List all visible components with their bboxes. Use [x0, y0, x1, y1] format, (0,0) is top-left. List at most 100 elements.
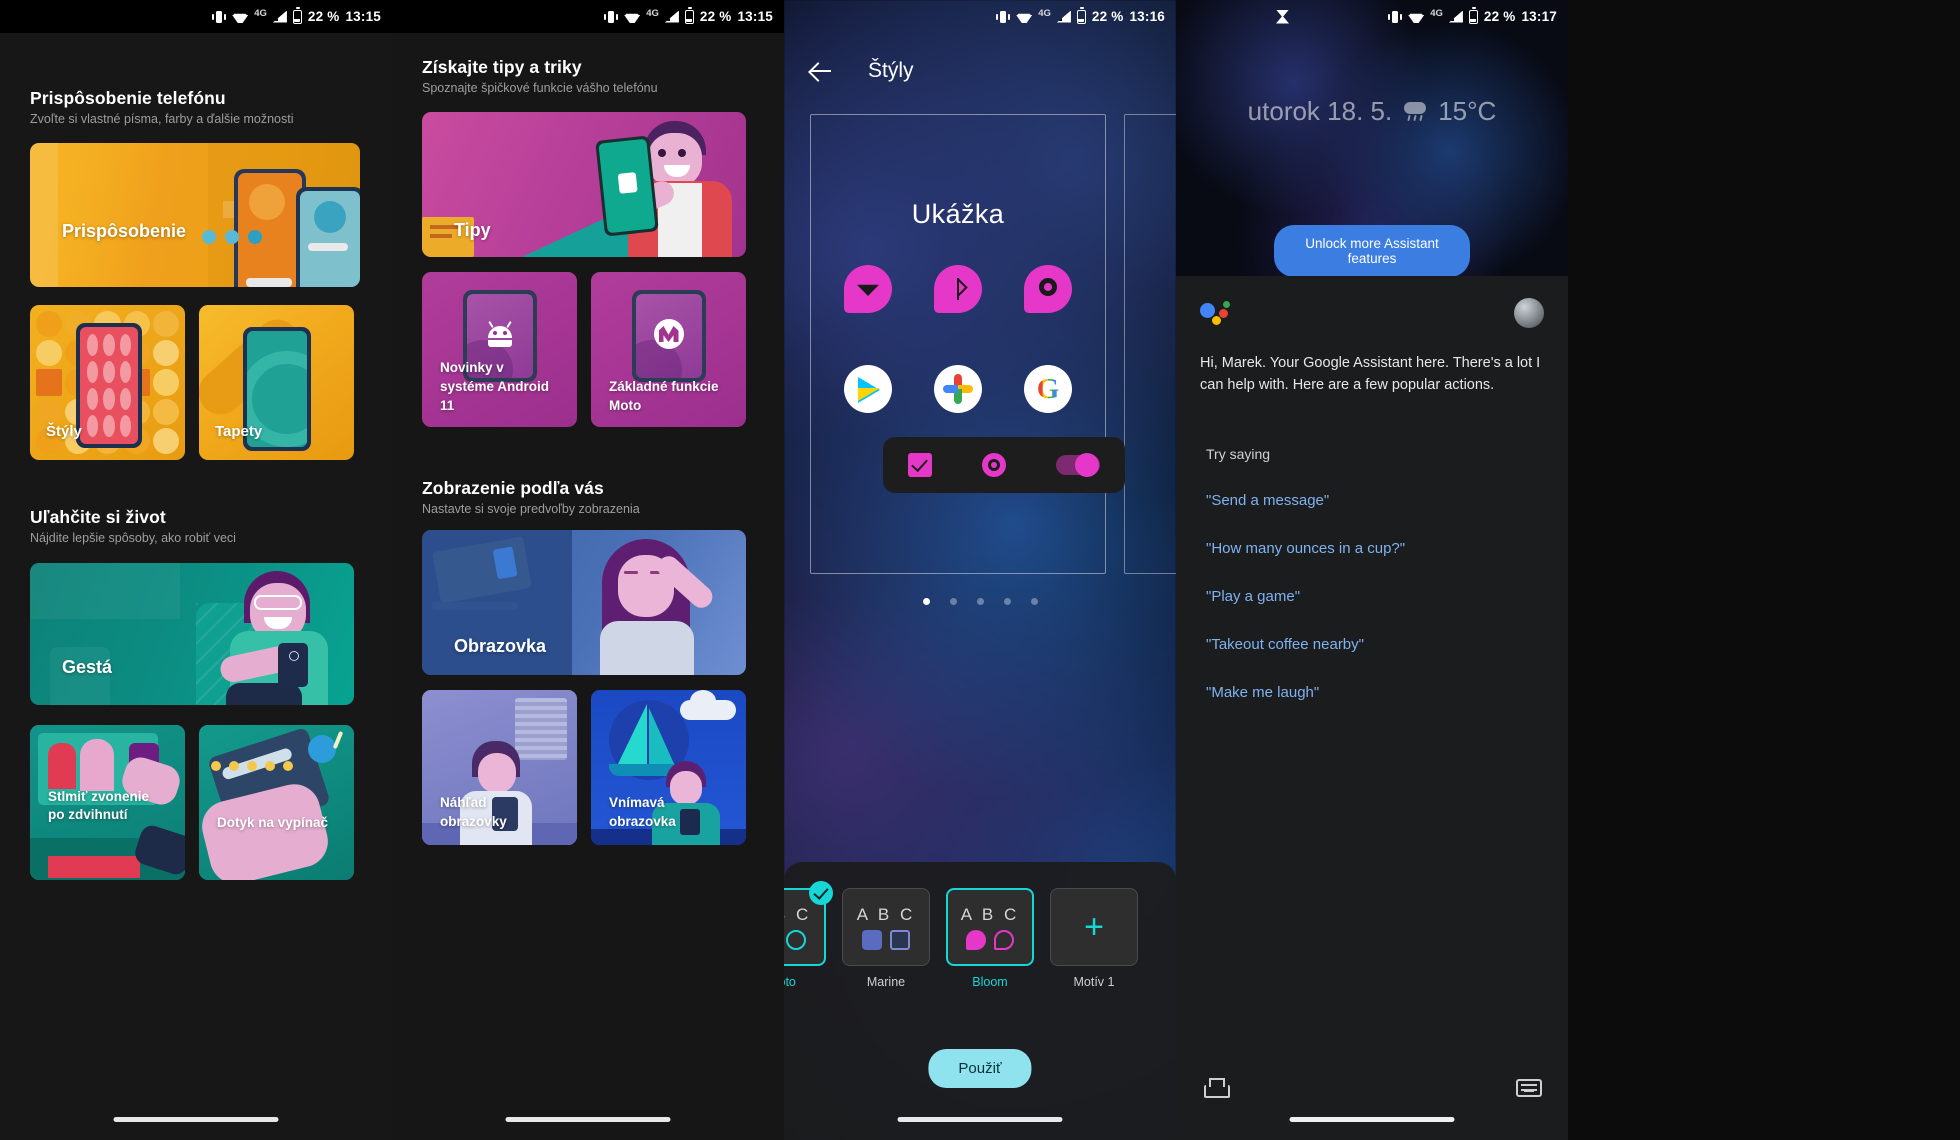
card-label: Stlmiť zvonenie po zdvihnutí — [48, 789, 149, 822]
list-item[interactable]: "Takeout coffee nearby" — [1206, 636, 1544, 653]
clock: 13:15 — [345, 9, 381, 24]
page-indicator — [784, 598, 1176, 605]
unlock-assistant-button[interactable]: Unlock more Assistant features — [1274, 225, 1470, 277]
theme-font-sample: A B C — [856, 904, 916, 924]
card-label: Vnímavá obrazovka — [609, 795, 676, 829]
preview-sample-text: Ukážka — [911, 199, 1005, 229]
battery-icon — [292, 7, 302, 24]
battery-percent: 22 % — [307, 9, 340, 24]
card-gestures[interactable]: Gestá — [30, 563, 354, 705]
network-type-label: 4G — [646, 8, 659, 19]
section-subtitle: Nastavte si svoje predvoľby zobrazenia — [422, 502, 640, 516]
switch-preview — [1056, 453, 1100, 477]
list-item[interactable]: "How many ounces in a cup?" — [1206, 540, 1544, 557]
card-silence-ringtone[interactable]: Stlmiť zvonenie po zdvihnutí — [30, 725, 185, 880]
explore-icon[interactable] — [1202, 1078, 1230, 1098]
card-tips[interactable]: Tipy — [422, 112, 746, 257]
quick-settings-preview — [811, 265, 1105, 313]
page-title: Štýly — [868, 59, 914, 82]
hourglass-icon — [1276, 10, 1289, 24]
avatar[interactable] — [1514, 298, 1544, 328]
vibrate-icon — [996, 10, 1011, 24]
theme-label: Marine — [866, 975, 906, 989]
bluetooth-tile-icon — [934, 265, 982, 313]
theme-swatch: A B C — [784, 881, 833, 966]
battery-icon — [1076, 7, 1086, 24]
status-bar-panel1: 4G 22 % 13:15 — [0, 0, 392, 33]
section-subtitle: Zvoľte si vlastné písma, farby a ďalšie … — [30, 112, 294, 126]
lockscreen-temperature: 15°C — [1438, 96, 1497, 126]
card-label: Tipy — [454, 220, 491, 240]
list-item[interactable]: "Play a game" — [1206, 588, 1544, 605]
card-label: Gestá — [62, 657, 113, 677]
section-title: Získajte tipy a triky — [422, 57, 582, 77]
clock: 13:15 — [737, 9, 773, 24]
card-label: Tapety — [215, 423, 263, 440]
list-item[interactable]: "Make me laugh" — [1206, 684, 1544, 701]
clock: 13:16 — [1129, 9, 1165, 24]
card-label: Dotyk na vypínač — [217, 815, 329, 830]
rain-icon — [1402, 101, 1428, 122]
navigation-handle[interactable] — [113, 1117, 279, 1122]
card-personalization[interactable]: Prispôsobenie — [30, 143, 360, 287]
apply-button[interactable]: Použiť — [928, 1049, 1032, 1088]
section-title: Uľahčite si život — [30, 507, 166, 527]
location-tile-icon — [1024, 265, 1072, 313]
selected-check-icon — [809, 881, 833, 905]
theme-label: Moto — [784, 975, 796, 989]
card-label: Náhľad obrazovky — [440, 795, 507, 829]
panel-personalization: 4G 22 % 13:15 Prispôsobenie telefónu Zvo… — [0, 0, 392, 1140]
assistant-sheet: Hi, Marek. Your Google Assistant here. T… — [1176, 276, 1568, 1140]
card-android-11-news[interactable]: Novinky v systéme Android 11 — [422, 272, 577, 427]
theme-option-marine[interactable]: A B C Marine — [842, 888, 930, 989]
wifi-tile-icon — [844, 265, 892, 313]
app-bar: Štýly — [784, 45, 1176, 97]
add-theme-icon[interactable]: + — [1050, 888, 1138, 966]
style-preview-current[interactable]: Ukážka G — [810, 114, 1125, 574]
card-screen[interactable]: Obrazovka — [422, 530, 746, 675]
style-preview-next[interactable] — [1124, 114, 1176, 574]
back-arrow-icon[interactable] — [808, 58, 834, 84]
signal-icon — [664, 10, 679, 23]
card-wallpapers[interactable]: Tapety — [199, 305, 354, 460]
navigation-handle[interactable] — [897, 1117, 1063, 1122]
navigation-handle[interactable] — [505, 1117, 671, 1122]
android-icon — [485, 321, 515, 347]
signal-icon — [272, 10, 287, 23]
vibrate-icon — [604, 10, 619, 24]
status-bar-panel3: 4G 22 % 13:16 — [784, 0, 1176, 33]
keyboard-icon[interactable] — [1516, 1079, 1542, 1097]
wifi-icon — [232, 11, 249, 23]
vibrate-icon — [1388, 10, 1403, 24]
radio-preview — [982, 453, 1006, 477]
network-type-label: 4G — [254, 8, 267, 19]
list-item[interactable]: "Send a message" — [1206, 492, 1544, 509]
moto-icon — [653, 319, 684, 349]
signal-icon — [1056, 10, 1071, 23]
theme-option-moto[interactable]: A B C Moto — [784, 881, 833, 989]
status-bar-panel2: 4G 22 % 13:15 — [392, 0, 784, 33]
battery-icon — [684, 7, 694, 24]
section-header-display: Zobrazenie podľa vás Nastavte si svoje p… — [422, 478, 640, 516]
card-touch-power-button[interactable]: Dotyk na vypínač — [199, 725, 354, 880]
battery-percent: 22 % — [1483, 9, 1516, 24]
suggestion-list: "Send a message" "How many ounces in a c… — [1206, 492, 1544, 701]
battery-percent: 22 % — [699, 9, 732, 24]
lockscreen-date-weather: utorok 18. 5. 15°C — [1176, 96, 1568, 127]
screenshot-grid: 4G 22 % 13:15 Prispôsobenie telefónu Zvo… — [0, 0, 1960, 1140]
navigation-handle[interactable] — [1289, 1117, 1455, 1122]
card-moto-features[interactable]: Základné funkcie Moto — [591, 272, 746, 427]
card-styles[interactable]: Štýly — [30, 305, 185, 460]
theme-option-bloom[interactable]: A B C Bloom — [946, 888, 1034, 989]
theme-label: Motív 1 — [1073, 975, 1115, 989]
try-saying-label: Try saying — [1206, 446, 1271, 462]
lockscreen-date: utorok 18. 5. — [1247, 96, 1393, 126]
theme-option-custom[interactable]: + Motív 1 — [1050, 888, 1138, 989]
card-label: Prispôsobenie — [62, 221, 187, 241]
assistant-greeting: Hi, Marek. Your Google Assistant here. T… — [1200, 355, 1541, 393]
assistant-header — [1200, 298, 1544, 328]
signal-icon — [1448, 10, 1463, 23]
card-attentive-display[interactable]: Vnímavá obrazovka — [591, 690, 746, 845]
card-screen-preview[interactable]: Náhľad obrazovky — [422, 690, 577, 845]
vibrate-icon — [212, 10, 227, 24]
